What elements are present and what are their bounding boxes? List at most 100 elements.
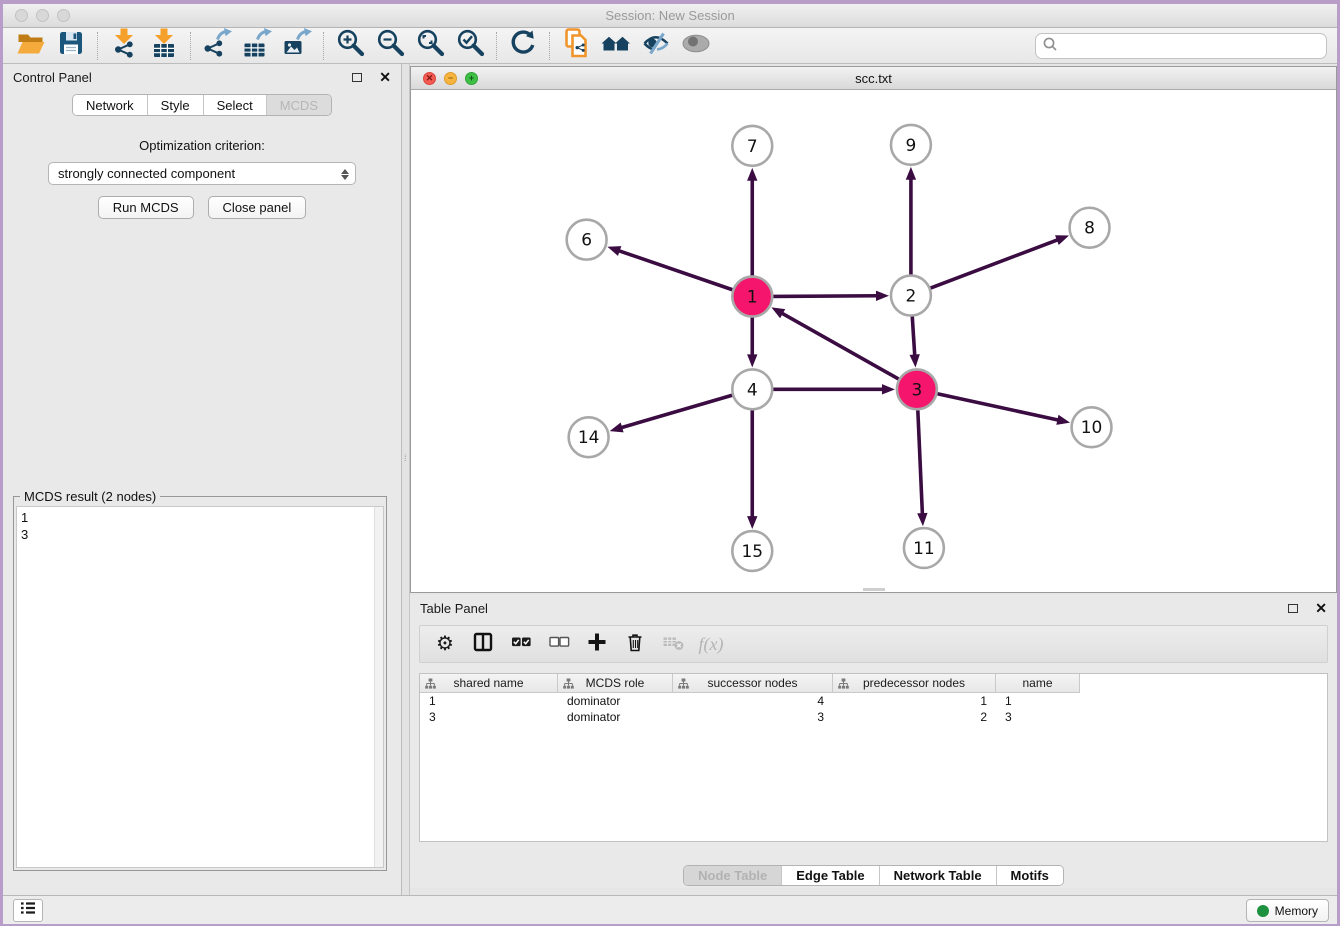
tab-motifs[interactable]: Motifs [997,866,1063,885]
run-mcds-button[interactable]: Run MCDS [98,196,194,219]
criterion-select[interactable]: strongly connected component [48,162,356,185]
search-input[interactable] [1058,39,1320,54]
edge-1-6[interactable] [617,250,733,290]
table-close-icon[interactable]: ✕ [1315,601,1327,615]
table-row[interactable]: 3dominator323 [420,709,1327,725]
tab-style[interactable]: Style [148,95,204,115]
zoom-button[interactable] [57,9,70,22]
close-button[interactable] [15,9,28,22]
graph-node-9[interactable]: 9 [891,125,931,165]
cell-shared-name[interactable]: 3 [420,709,558,725]
add-button[interactable] [580,629,614,659]
copy-network-icon [561,28,591,63]
column-header-successor-nodes[interactable]: successor nodes [673,674,833,693]
zoom-fit-button[interactable] [413,30,447,62]
close-panel-icon[interactable]: ✕ [379,70,391,84]
mcds-result-text[interactable]: 13 [16,506,384,868]
select-all-button[interactable] [504,629,538,659]
tab-mcds[interactable]: MCDS [267,95,331,115]
column-header-name[interactable]: name [996,674,1080,693]
graph-node-1[interactable]: 1 [732,277,772,317]
canvas-resize-grip[interactable] [863,588,885,591]
refresh-button[interactable] [506,30,540,62]
deselect-all-button[interactable] [542,629,576,659]
hierarchy-icon [678,678,689,692]
column-header-MCDS-role[interactable]: MCDS role [558,674,673,693]
graph-node-8[interactable]: 8 [1070,208,1110,248]
tab-network[interactable]: Network [73,95,148,115]
edge-2-3[interactable] [912,317,915,358]
tab-node-table[interactable]: Node Table [684,866,782,885]
network-minimize-button[interactable] [444,72,457,85]
graph-node-4[interactable]: 4 [732,369,772,409]
network-window-titlebar[interactable]: scc.txt [411,67,1336,90]
zoom-selected-button[interactable] [453,30,487,62]
zoom-out-button[interactable] [373,30,407,62]
cell-MCDS-role[interactable]: dominator [558,693,673,709]
result-scrollbar[interactable] [374,507,383,867]
delete-table-button[interactable] [656,629,690,659]
network-close-button[interactable] [423,72,436,85]
close-panel-button[interactable]: Close panel [208,196,307,219]
cell-shared-name[interactable]: 1 [420,693,558,709]
export-image-button[interactable] [280,30,314,62]
column-header-predecessor-nodes[interactable]: predecessor nodes [833,674,996,693]
float-panel-icon[interactable] [352,73,362,82]
cell-successor-nodes[interactable]: 4 [673,693,833,709]
table-float-icon[interactable] [1288,604,1298,613]
minimize-button[interactable] [36,9,49,22]
save-session-button[interactable] [54,30,88,62]
graph-node-10[interactable]: 10 [1072,407,1112,447]
memory-button[interactable]: Memory [1246,899,1329,922]
zoom-in-button[interactable] [333,30,367,62]
split-view-button[interactable] [466,629,500,659]
column-header-shared-name[interactable]: shared name [420,674,558,693]
cell-predecessor-nodes[interactable]: 1 [833,693,996,709]
edge-2-8[interactable] [931,239,1060,288]
delete-button[interactable] [618,629,652,659]
graph-node-2[interactable]: 2 [891,276,931,316]
edge-3-11[interactable] [918,410,923,516]
settings-button[interactable]: ⚙ [428,629,462,659]
list-icon [18,899,38,922]
edge-1-2[interactable] [773,296,879,297]
cell-name[interactable]: 3 [996,709,1080,725]
import-network-button[interactable] [107,30,141,62]
tab-select[interactable]: Select [204,95,267,115]
graph-node-11[interactable]: 11 [904,528,944,568]
graph-node-14[interactable]: 14 [569,417,609,457]
refresh-icon [508,28,538,63]
import-table-button[interactable] [147,30,181,62]
edge-arrowhead [747,516,757,529]
cell-predecessor-nodes[interactable]: 2 [833,709,996,725]
show-all-button[interactable] [679,30,713,62]
graph-node-6[interactable]: 6 [567,220,607,260]
export-table-button[interactable] [240,30,274,62]
graph-node-15[interactable]: 15 [732,531,772,571]
edge-3-1[interactable] [780,312,899,379]
cell-MCDS-role[interactable]: dominator [558,709,673,725]
tab-edge-table[interactable]: Edge Table [782,866,879,885]
hide-selected-button[interactable] [639,30,673,62]
edge-arrowhead [917,513,927,526]
network-canvas[interactable]: 1 2 3 4 6 7 8 9 10 11 14 15 [411,90,1336,592]
app-titlebar[interactable]: Session: New Session [3,4,1337,28]
copy-network-button[interactable] [559,30,593,62]
export-network-button[interactable] [200,30,234,62]
search-box[interactable] [1035,33,1327,59]
network-zoom-button[interactable] [465,72,478,85]
cell-successor-nodes[interactable]: 3 [673,709,833,725]
function-builder-button[interactable]: f(x) [694,629,728,659]
task-history-button[interactable] [13,899,43,922]
node-table[interactable]: shared nameMCDS rolesuccessor nodesprede… [419,673,1328,842]
graph-node-7[interactable]: 7 [732,126,772,166]
first-neighbors-button[interactable] [599,30,633,62]
table-row[interactable]: 1dominator411 [420,693,1327,709]
cell-name[interactable]: 1 [996,693,1080,709]
edge-3-10[interactable] [937,394,1060,421]
edge-4-14[interactable] [619,395,732,428]
open-file-button[interactable] [14,30,48,62]
tab-network-table[interactable]: Network Table [880,866,997,885]
panel-splitter[interactable]: ⁞ [402,64,410,895]
graph-node-3[interactable]: 3 [897,369,937,409]
